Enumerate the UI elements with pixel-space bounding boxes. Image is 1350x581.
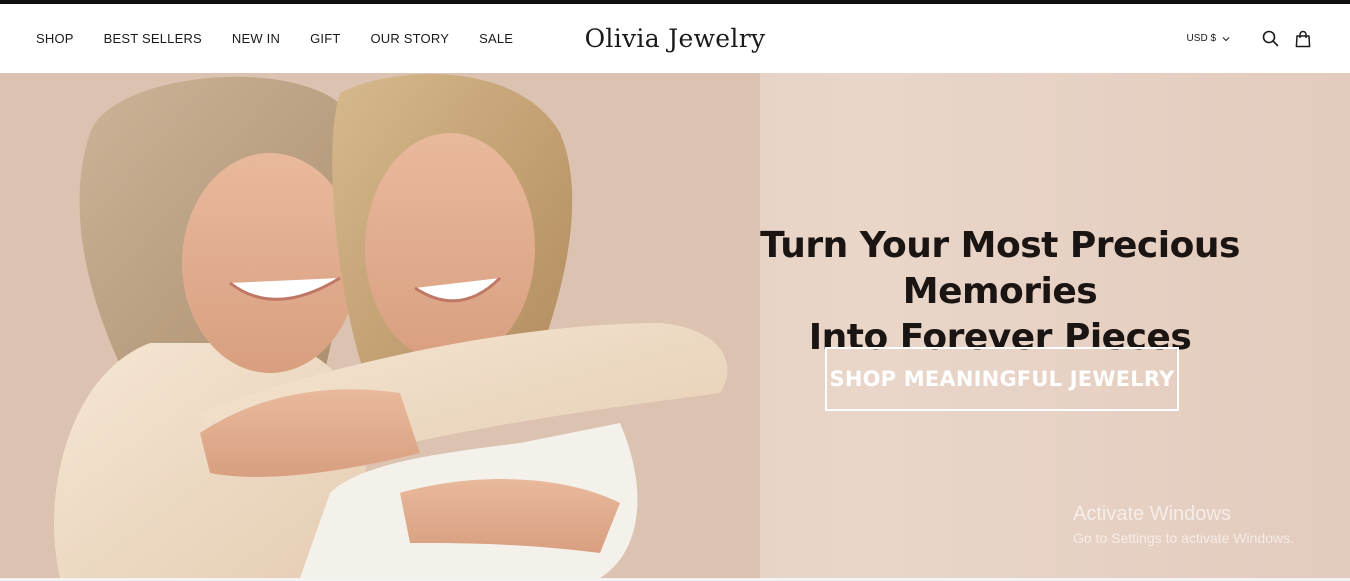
header-tools: USD $ [1187, 4, 1314, 73]
hero-banner: Turn Your Most Precious Memories Into Fo… [0, 73, 1350, 578]
chevron-down-icon [1222, 36, 1230, 42]
nav-gift[interactable]: GIFT [310, 31, 340, 46]
currency-label: USD $ [1186, 33, 1216, 44]
nav-best-sellers[interactable]: BEST SELLERS [104, 31, 202, 46]
currency-selector[interactable]: USD $ [1187, 33, 1230, 44]
main-navigation: SHOP BEST SELLERS NEW IN GIFT OUR STORY … [36, 4, 543, 73]
nav-sale[interactable]: SALE [479, 31, 513, 46]
hero-photo [0, 73, 760, 578]
hero-headline: Turn Your Most Precious Memories Into Fo… [660, 223, 1340, 361]
hero-headline-line-1: Turn Your Most Precious Memories [760, 225, 1240, 312]
cart-bag-icon[interactable] [1292, 28, 1314, 50]
nav-shop[interactable]: SHOP [36, 31, 74, 46]
site-header: SHOP BEST SELLERS NEW IN GIFT OUR STORY … [0, 4, 1350, 73]
activate-windows-watermark: Activate Windows Go to Settings to activ… [1073, 503, 1294, 546]
site-logo[interactable]: Olivia Jewelry [585, 24, 766, 53]
search-icon[interactable] [1259, 28, 1281, 50]
shop-meaningful-jewelry-button[interactable]: SHOP MEANINGFUL JEWELRY [825, 347, 1179, 411]
nav-new-in[interactable]: NEW IN [232, 31, 280, 46]
watermark-title: Activate Windows [1073, 503, 1231, 525]
watermark-subtitle: Go to Settings to activate Windows. [1073, 530, 1294, 546]
nav-our-story[interactable]: OUR STORY [370, 31, 449, 46]
